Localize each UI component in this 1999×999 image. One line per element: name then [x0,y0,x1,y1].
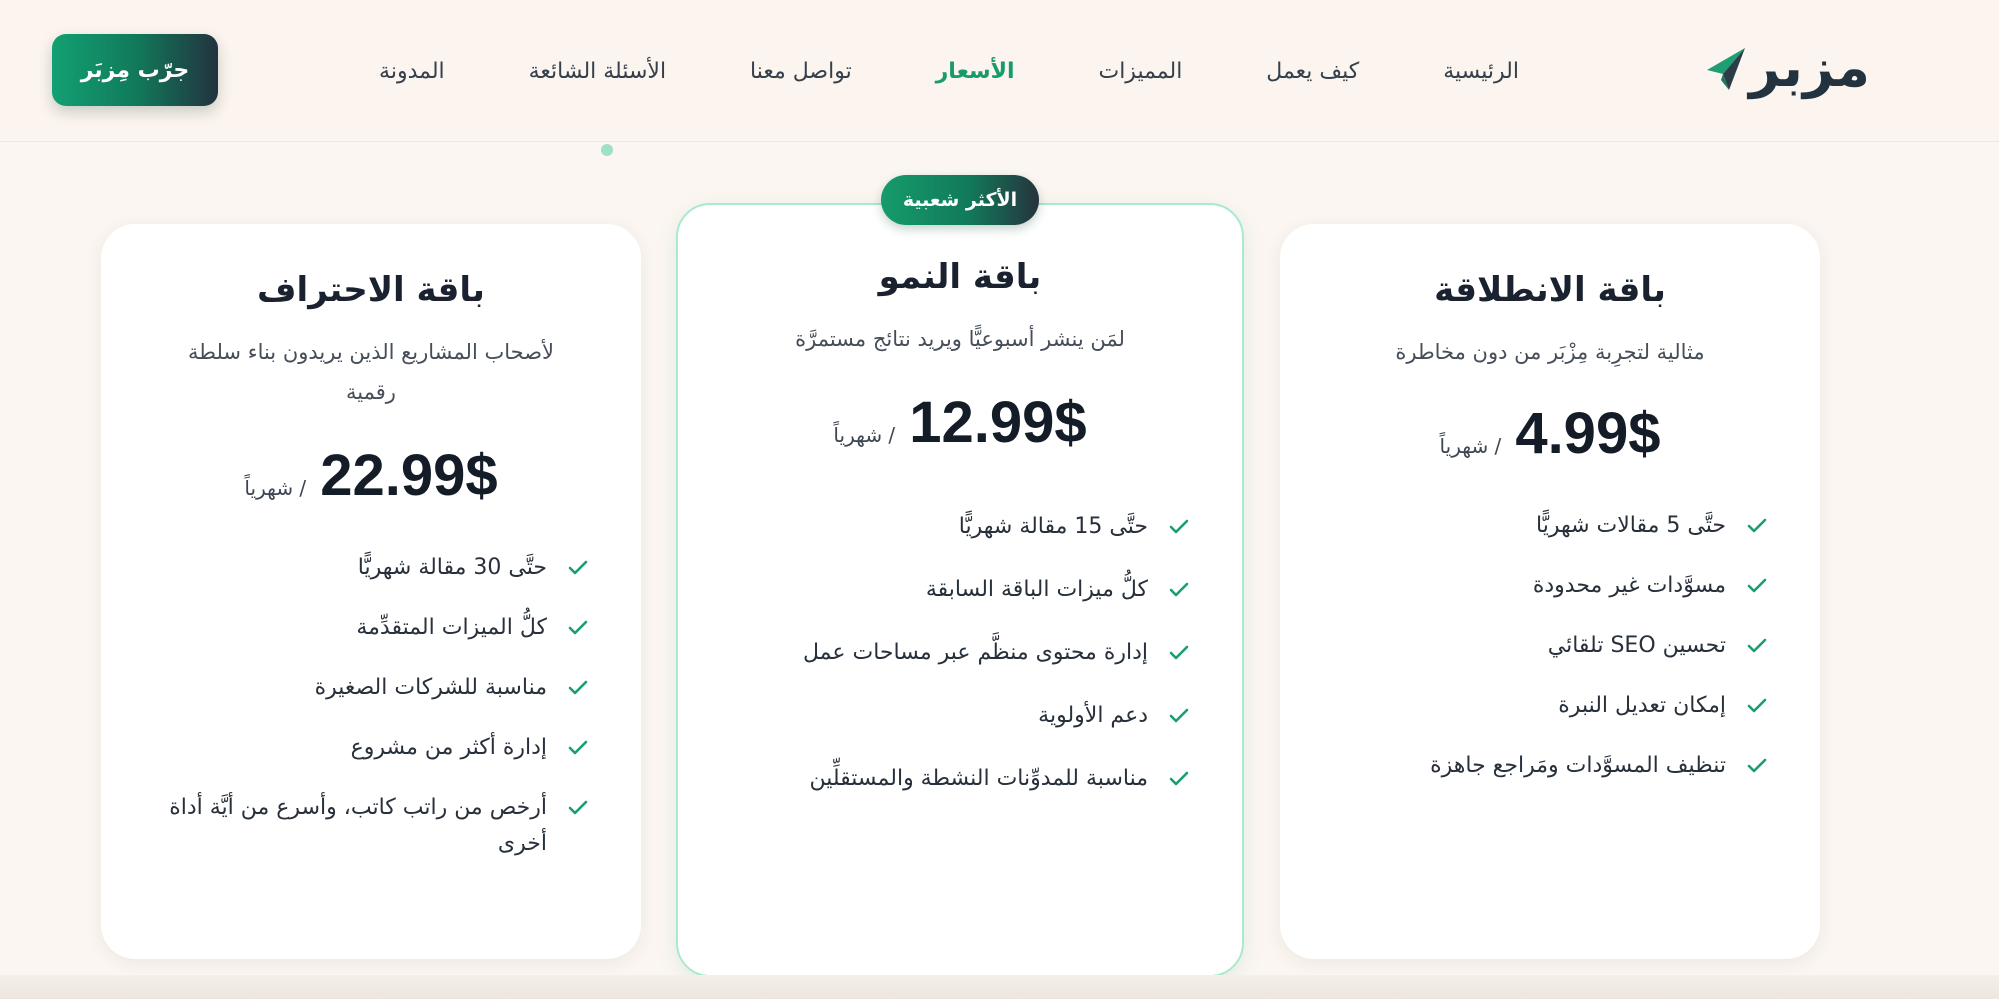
check-icon [565,790,591,826]
feature-item: أرخص من راتب كاتب، وأسرع من أيَّة أداة أ… [161,790,591,862]
nav-link-blog[interactable]: المدونة [379,59,445,84]
check-icon [1166,509,1192,545]
site-header: مزبر الرئيسية كيف يعمل المميزات الأسعار … [0,0,1999,142]
check-icon [1744,688,1770,724]
plan-price: 22.99$ [320,443,498,508]
plan-price: 12.99$ [909,390,1087,455]
feature-text: حتَّى 5 مقالات شهريًّا [1536,513,1726,538]
check-icon [565,550,591,586]
most-popular-badge: الأكثر شعبية [881,175,1039,225]
plan-period: / شهرياً [244,476,307,500]
feature-list: حتَّى 30 مقالة شهريًّا كلُّ الميزات المت… [161,550,591,862]
plan-title: باقة الاحتراف [257,270,485,310]
feature-text: حتَّى 30 مقالة شهريًّا [357,555,547,580]
feature-text: تحسين SEO تلقائي [1547,633,1726,658]
check-icon [1166,761,1192,797]
plan-description: لأصحاب المشاريع الذين يريدون بناء سلطة ر… [187,340,554,404]
feature-text: إدارة أكثر من مشروع [350,735,547,760]
plan-title: باقة الانطلاقة [1434,270,1666,310]
check-icon [1166,572,1192,608]
feature-item: إدارة محتوى منظَّم عبر مساحات عمل [748,635,1192,671]
plan-price: 4.99$ [1515,401,1661,466]
price-row: 12.99$ / شهرياً [678,389,1242,456]
feature-list: حتَّى 15 مقالة شهريًّا كلُّ ميزات الباقة… [748,509,1192,797]
page-bottom-shade [0,975,1999,999]
check-icon [565,730,591,766]
feature-item: حتَّى 5 مقالات شهريًّا [1340,508,1770,544]
plan-period: / شهرياً [833,423,896,447]
feature-item: إمكان تعديل النبرة [1340,688,1770,724]
feature-item: تحسين SEO تلقائي [1340,628,1770,664]
feature-text: إدارة محتوى منظَّم عبر مساحات عمل [803,640,1148,665]
nav-link-pricing[interactable]: الأسعار [936,59,1015,84]
feature-item: إدارة أكثر من مشروع [161,730,591,766]
feature-text: مناسبة للمدوِّنات النشطة والمستقلِّين [809,766,1148,791]
feature-text: كلُّ الميزات المتقدِّمة [356,615,547,640]
check-icon [1744,628,1770,664]
nav-link-how-it-works[interactable]: كيف يعمل [1266,59,1359,84]
check-icon [1166,635,1192,671]
feature-text: حتَّى 15 مقالة شهريًّا [958,514,1148,539]
feature-item: كلُّ الميزات المتقدِّمة [161,610,591,646]
feature-text: كلُّ ميزات الباقة السابقة [925,577,1148,602]
plan-title: باقة النمو [878,257,1042,297]
main-nav: الرئيسية كيف يعمل المميزات الأسعار تواصل… [379,0,1579,142]
nav-link-contact[interactable]: تواصل معنا [750,59,852,84]
feature-text: دعم الأولوية [1038,703,1148,728]
feature-item: كلُّ ميزات الباقة السابقة [748,572,1192,608]
price-row: 22.99$ / شهرياً [101,442,641,509]
check-icon [1744,568,1770,604]
feature-text: مناسبة للشركات الصغيرة [314,675,547,700]
feature-text: أرخص من راتب كاتب، وأسرع من أيَّة أداة أ… [169,795,547,856]
plan-period: / شهرياً [1439,434,1502,458]
feature-item: مناسبة للمدوِّنات النشطة والمستقلِّين [748,761,1192,797]
plan-card-growth: باقة النمو لمَن ينشر أسبوعيًّا ويريد نتا… [676,203,1244,977]
logo[interactable]: مزبر [1700,36,1872,99]
check-icon [565,610,591,646]
plan-description: لمَن ينشر أسبوعيًّا ويريد نتائج مستمرَّة [795,327,1125,351]
feature-text: تنظيف المسوَّدات ومَراجع جاهزة [1430,753,1726,778]
price-row: 4.99$ / شهرياً [1280,400,1820,467]
paper-plane-icon [1707,48,1746,90]
feature-item: مناسبة للشركات الصغيرة [161,670,591,706]
feature-item: مسوَّدات غير محدودة [1340,568,1770,604]
check-icon [1744,508,1770,544]
logo-text: مزبر [1749,36,1872,99]
check-icon [1744,748,1770,784]
plan-card-starter: باقة الانطلاقة مثالية لتجرِبة مِزْبَر من… [1280,224,1820,959]
feature-item: حتَّى 30 مقالة شهريًّا [161,550,591,586]
feature-item: حتَّى 15 مقالة شهريًّا [748,509,1192,545]
check-icon [565,670,591,706]
plan-card-pro: باقة الاحتراف لأصحاب المشاريع الذين يريد… [101,224,641,959]
nav-link-home[interactable]: الرئيسية [1443,59,1519,84]
plan-description: مثالية لتجرِبة مِزْبَر من دون مخاطرة [1395,340,1705,364]
nav-link-faq[interactable]: الأسئلة الشائعة [529,59,666,84]
feature-text: إمكان تعديل النبرة [1558,693,1726,718]
feature-item: دعم الأولوية [748,698,1192,734]
feature-item: تنظيف المسوَّدات ومَراجع جاهزة [1340,748,1770,784]
nav-link-features[interactable]: المميزات [1098,59,1182,84]
try-cta-button[interactable]: جرّب مِزبَر [52,34,218,106]
check-icon [1166,698,1192,734]
decorative-dot [601,144,613,156]
feature-text: مسوَّدات غير محدودة [1532,573,1726,598]
feature-list: حتَّى 5 مقالات شهريًّا مسوَّدات غير محدو… [1340,508,1770,784]
